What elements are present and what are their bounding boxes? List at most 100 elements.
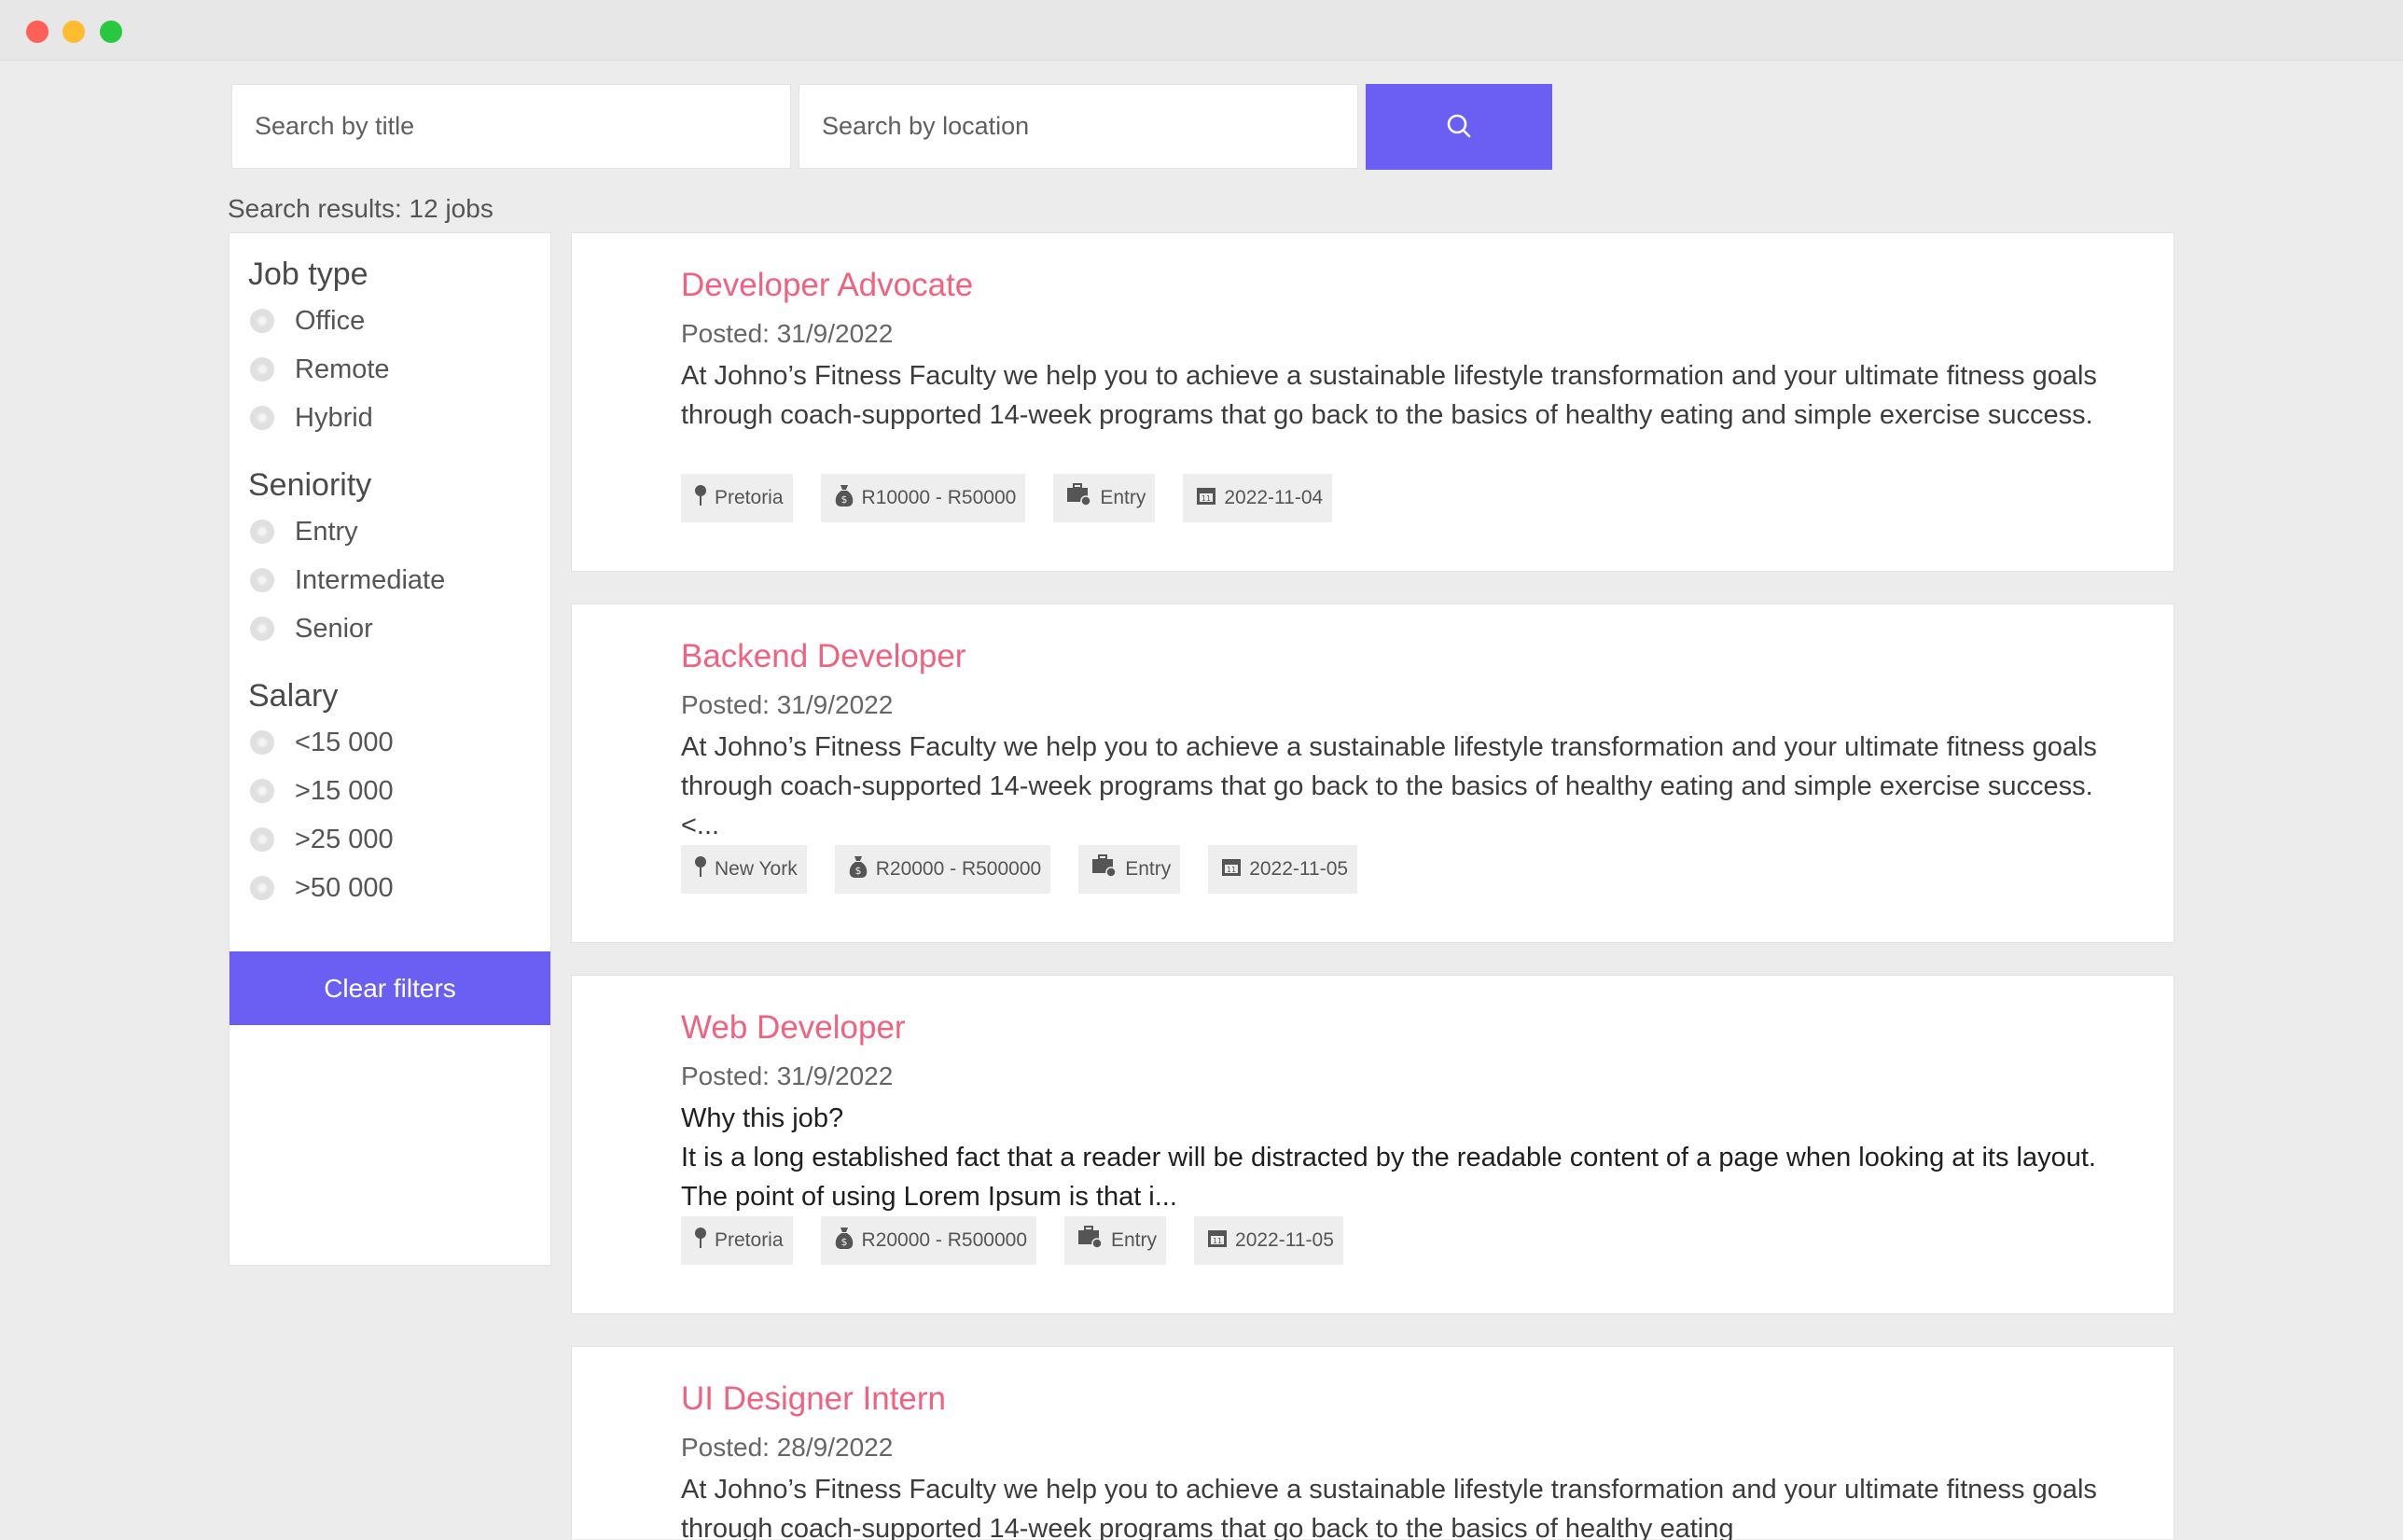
radio-button[interactable]: [250, 406, 274, 430]
job-tags: Pretoria $ R10000 - R50000 Entry 11 2022…: [681, 474, 1333, 522]
filter-heading-job-type: Job type: [248, 257, 368, 292]
svg-text:$: $: [840, 493, 847, 506]
seniority-tag: Entry: [1053, 474, 1156, 522]
radio-button[interactable]: [250, 520, 274, 544]
job-posted-date: Posted: 31/9/2022: [681, 319, 894, 348]
job-title[interactable]: Backend Developer: [681, 638, 965, 675]
tag-label: New York: [715, 858, 798, 880]
filter-option-intermediate[interactable]: Intermediate: [248, 556, 445, 604]
salary-tag: $ R20000 - R500000: [834, 845, 1051, 894]
filter-option-hybrid[interactable]: Hybrid: [248, 394, 390, 442]
close-window-button[interactable]: [26, 21, 49, 43]
job-card: UI Designer Intern Posted: 28/9/2022 At …: [571, 1346, 2174, 1540]
option-label: >25 000: [295, 824, 394, 854]
filter-option-salary-over-25000[interactable]: >25 000: [248, 815, 394, 864]
job-description: At Johno’s Fitness Faculty we help you t…: [681, 1475, 2097, 1540]
window-titlebar: [0, 0, 2403, 61]
results-count: Search results: 12 jobs: [228, 194, 493, 223]
location-tag: New York: [681, 845, 807, 894]
svg-text:11: 11: [1213, 1237, 1222, 1245]
job-card: Developer Advocate Posted: 31/9/2022 At …: [571, 232, 2174, 572]
tag-label: R20000 - R500000: [875, 858, 1042, 880]
salary-tag: $ R10000 - R50000: [820, 474, 1026, 522]
calendar-icon: 11: [1196, 485, 1224, 511]
location-pin-icon: [694, 855, 715, 883]
job-posted-date: Posted: 31/9/2022: [681, 1061, 894, 1090]
location-pin-icon: [694, 484, 715, 512]
tag-label: Entry: [1125, 858, 1172, 880]
tag-label: 2022-11-05: [1235, 1229, 1334, 1251]
filter-option-entry[interactable]: Entry: [248, 507, 445, 556]
job-description: At Johno’s Fitness Faculty we help you t…: [681, 361, 2097, 430]
briefcase-user-icon: [1077, 1226, 1111, 1256]
job-card: Backend Developer Posted: 31/9/2022 At J…: [571, 604, 2174, 943]
money-bag-icon: $: [834, 483, 862, 513]
tag-label: Entry: [1111, 1229, 1158, 1251]
job-tags: New York $ R20000 - R500000 Entry 11 202…: [681, 845, 1358, 894]
date-tag: 11 2022-11-05: [1194, 1216, 1343, 1265]
filter-option-senior[interactable]: Senior: [248, 604, 445, 653]
date-tag: 11 2022-11-04: [1183, 474, 1333, 522]
calendar-icon: 11: [1207, 1228, 1235, 1254]
option-label: Hybrid: [295, 402, 373, 433]
option-label: Office: [295, 305, 366, 336]
radio-button[interactable]: [250, 357, 274, 382]
minimize-window-button[interactable]: [63, 21, 85, 43]
svg-text:11: 11: [1202, 494, 1211, 503]
search-location-input[interactable]: [799, 84, 1358, 169]
maximize-window-button[interactable]: [100, 21, 122, 43]
job-title[interactable]: Web Developer: [681, 1009, 906, 1047]
job-description: At Johno’s Fitness Faculty we help you t…: [681, 732, 2097, 840]
filter-sidebar: Job type Office Remote Hybrid Seniority …: [229, 232, 551, 1266]
job-description: Why this job? It is a long established f…: [681, 1103, 2096, 1212]
radio-button[interactable]: [250, 568, 274, 592]
filter-option-salary-under-15000[interactable]: <15 000: [248, 718, 394, 767]
job-title[interactable]: UI Designer Intern: [681, 1380, 946, 1418]
option-label: <15 000: [295, 727, 394, 757]
option-label: Senior: [295, 613, 373, 644]
option-label: Entry: [295, 516, 358, 547]
filter-option-office[interactable]: Office: [248, 297, 390, 345]
radio-button[interactable]: [250, 730, 274, 755]
job-card: Web Developer Posted: 31/9/2022 Why this…: [571, 975, 2174, 1314]
money-bag-icon: $: [834, 1226, 862, 1256]
tag-label: Pretoria: [715, 487, 784, 508]
job-posted-date: Posted: 31/9/2022: [681, 690, 894, 719]
job-posted-date: Posted: 28/9/2022: [681, 1433, 894, 1462]
search-button[interactable]: [1366, 84, 1552, 170]
svg-text:11: 11: [1227, 866, 1236, 874]
radio-button[interactable]: [250, 876, 274, 900]
search-icon: [1445, 112, 1473, 143]
salary-tag: $ R20000 - R500000: [820, 1216, 1036, 1265]
briefcase-user-icon: [1091, 854, 1125, 884]
money-bag-icon: $: [848, 854, 876, 884]
search-title-input[interactable]: [231, 84, 791, 169]
location-tag: Pretoria: [681, 1216, 793, 1265]
svg-text:$: $: [840, 1236, 847, 1248]
svg-text:$: $: [854, 865, 861, 877]
seniority-tag: Entry: [1078, 845, 1181, 894]
seniority-tag: Entry: [1064, 1216, 1167, 1265]
clear-filters-button[interactable]: Clear filters: [229, 951, 550, 1025]
seniority-filter: Seniority Entry Intermediate Senior: [248, 465, 445, 653]
tag-label: Entry: [1100, 487, 1146, 508]
tag-label: Pretoria: [715, 1229, 784, 1251]
job-tags: Pretoria $ R20000 - R500000 Entry 11 202…: [681, 1216, 1343, 1265]
option-label: Intermediate: [295, 564, 446, 595]
option-label: Remote: [295, 354, 390, 384]
calendar-icon: 11: [1221, 856, 1249, 882]
radio-button[interactable]: [250, 779, 274, 803]
option-label: >15 000: [295, 775, 394, 806]
briefcase-user-icon: [1066, 483, 1100, 513]
tag-label: 2022-11-04: [1224, 487, 1324, 508]
filter-heading-salary: Salary: [248, 678, 339, 714]
radio-button[interactable]: [250, 309, 274, 333]
job-title[interactable]: Developer Advocate: [681, 267, 973, 304]
filter-heading-seniority: Seniority: [248, 467, 372, 503]
radio-button[interactable]: [250, 617, 274, 641]
radio-button[interactable]: [250, 827, 274, 852]
filter-option-remote[interactable]: Remote: [248, 345, 390, 394]
filter-option-salary-over-15000[interactable]: >15 000: [248, 767, 394, 815]
filter-option-salary-over-50000[interactable]: >50 000: [248, 864, 394, 912]
location-tag: Pretoria: [681, 474, 793, 522]
